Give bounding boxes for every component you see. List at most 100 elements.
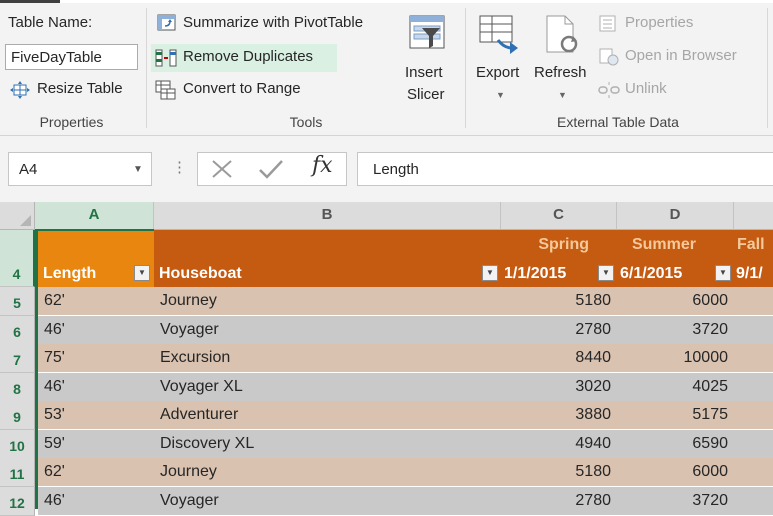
- row-header-11[interactable]: 11: [0, 458, 35, 487]
- row-header-9[interactable]: 9: [0, 401, 35, 430]
- refresh-icon: [546, 15, 578, 53]
- cell-d[interactable]: 6000: [617, 287, 734, 316]
- export-label: Export: [476, 64, 520, 81]
- cell-b[interactable]: Voyager XL: [154, 373, 501, 402]
- resize-table-button[interactable]: Resize Table: [10, 78, 140, 102]
- summarize-pivottable-button[interactable]: Summarize with PivotTable: [155, 10, 395, 36]
- cell-b[interactable]: Adventurer: [154, 401, 501, 430]
- cell-e[interactable]: [734, 373, 773, 402]
- selection-border: [35, 230, 38, 509]
- insert-slicer-label-1: Insert: [405, 64, 443, 81]
- row-header-12[interactable]: 12: [0, 487, 35, 516]
- table-name-input[interactable]: [5, 44, 138, 70]
- cell-a[interactable]: 59': [38, 430, 154, 459]
- group-separator: [146, 8, 147, 128]
- table-header-fall[interactable]: Fall 9/1/: [734, 230, 773, 287]
- row-number: 9: [13, 409, 21, 425]
- cell-a[interactable]: 53': [38, 401, 154, 430]
- header-spring-date: 1/1/2015: [504, 265, 567, 282]
- remove-duplicates-button[interactable]: Remove Duplicates: [155, 46, 335, 70]
- cell-e[interactable]: [734, 287, 773, 316]
- cell-d[interactable]: 10000: [617, 344, 734, 373]
- slicer-icon: [409, 15, 445, 49]
- cell-e[interactable]: [734, 316, 773, 345]
- cell-b[interactable]: Journey: [154, 458, 501, 487]
- column-header-a[interactable]: A: [35, 202, 154, 230]
- cell-b[interactable]: Discovery XL: [154, 430, 501, 459]
- export-button[interactable]: Export ▼: [472, 10, 528, 108]
- cancel-icon[interactable]: [210, 158, 234, 180]
- cell-c[interactable]: 4940: [501, 430, 617, 459]
- insert-slicer-button[interactable]: Insert Slicer: [400, 10, 458, 108]
- row-header-5[interactable]: 5: [0, 287, 35, 316]
- cell-d[interactable]: 6590: [617, 430, 734, 459]
- cell-d[interactable]: 3720: [617, 316, 734, 345]
- cell-e[interactable]: [734, 344, 773, 373]
- filter-dropdown-length[interactable]: ▼: [134, 265, 150, 281]
- insert-function-icon[interactable]: fx: [312, 153, 333, 178]
- pivottable-icon: [157, 14, 176, 31]
- row-header-7[interactable]: 7: [0, 344, 35, 373]
- name-box[interactable]: A4 ▼: [8, 152, 152, 186]
- filter-dropdown-summer[interactable]: ▼: [715, 265, 731, 281]
- cell-d[interactable]: 3720: [617, 487, 734, 516]
- header-spring-label: Spring: [538, 236, 589, 253]
- row-header-6[interactable]: 6: [0, 316, 35, 345]
- cell-a[interactable]: 46': [38, 316, 154, 345]
- row-header-8[interactable]: 8: [0, 373, 35, 402]
- cell-d[interactable]: 5175: [617, 401, 734, 430]
- formula-input[interactable]: Length: [357, 152, 773, 186]
- column-header-b[interactable]: B: [154, 202, 501, 230]
- table-header-summer[interactable]: Summer 6/1/2015 ▼: [617, 230, 734, 287]
- cell-c[interactable]: 3880: [501, 401, 617, 430]
- header-fall-date: 9/1/: [736, 265, 763, 282]
- export-icon: [479, 15, 518, 54]
- cell-c[interactable]: 2780: [501, 487, 617, 516]
- row-header-4[interactable]: 4: [0, 230, 35, 287]
- open-in-browser-label: Open in Browser: [625, 47, 737, 64]
- cell-d[interactable]: 4025: [617, 373, 734, 402]
- column-header-c[interactable]: C: [501, 202, 617, 230]
- convert-to-range-label: Convert to Range: [183, 80, 301, 97]
- row-number: 8: [13, 381, 21, 397]
- cell-e[interactable]: [734, 430, 773, 459]
- cell-b[interactable]: Excursion: [154, 344, 501, 373]
- enter-check-icon[interactable]: [258, 158, 284, 180]
- insert-slicer-label-2: Slicer: [407, 86, 445, 103]
- cell-e[interactable]: [734, 401, 773, 430]
- name-box-dropdown-icon[interactable]: ▼: [133, 164, 143, 175]
- cell-a[interactable]: 46': [38, 487, 154, 516]
- properties-button: Properties: [598, 12, 758, 36]
- cell-b[interactable]: Voyager: [154, 487, 501, 516]
- filter-dropdown-spring[interactable]: ▼: [598, 265, 614, 281]
- formula-bar-grip[interactable]: ⋮: [172, 158, 187, 176]
- table-header-spring[interactable]: Spring 1/1/2015 ▼: [501, 230, 617, 287]
- cell-a[interactable]: 75': [38, 344, 154, 373]
- cell-a[interactable]: 62': [38, 458, 154, 487]
- cell-c[interactable]: 3020: [501, 373, 617, 402]
- unlink-button: Unlink: [598, 78, 718, 102]
- cell-b[interactable]: Voyager: [154, 316, 501, 345]
- cell-b[interactable]: Journey: [154, 287, 501, 316]
- convert-to-range-button[interactable]: Convert to Range: [155, 78, 335, 102]
- column-header-e[interactable]: [734, 202, 773, 230]
- cell-c[interactable]: 8440: [501, 344, 617, 373]
- table-header-houseboat[interactable]: Houseboat ▼: [154, 230, 501, 287]
- cell-d[interactable]: 6000: [617, 458, 734, 487]
- convert-range-icon: [155, 80, 176, 100]
- column-header-d[interactable]: D: [617, 202, 734, 230]
- select-all-corner[interactable]: [0, 202, 35, 230]
- formula-input-value: Length: [373, 161, 419, 178]
- cell-e[interactable]: [734, 458, 773, 487]
- group-separator: [465, 8, 466, 128]
- cell-a[interactable]: 46': [38, 373, 154, 402]
- cell-c[interactable]: 5180: [501, 287, 617, 316]
- cell-c[interactable]: 5180: [501, 458, 617, 487]
- table-header-length[interactable]: Length ▼: [38, 230, 154, 287]
- cell-e[interactable]: [734, 487, 773, 516]
- cell-a[interactable]: 62': [38, 287, 154, 316]
- row-header-10[interactable]: 10: [0, 430, 35, 459]
- cell-c[interactable]: 2780: [501, 316, 617, 345]
- filter-dropdown-houseboat[interactable]: ▼: [482, 265, 498, 281]
- refresh-button[interactable]: Refresh ▼: [531, 10, 593, 108]
